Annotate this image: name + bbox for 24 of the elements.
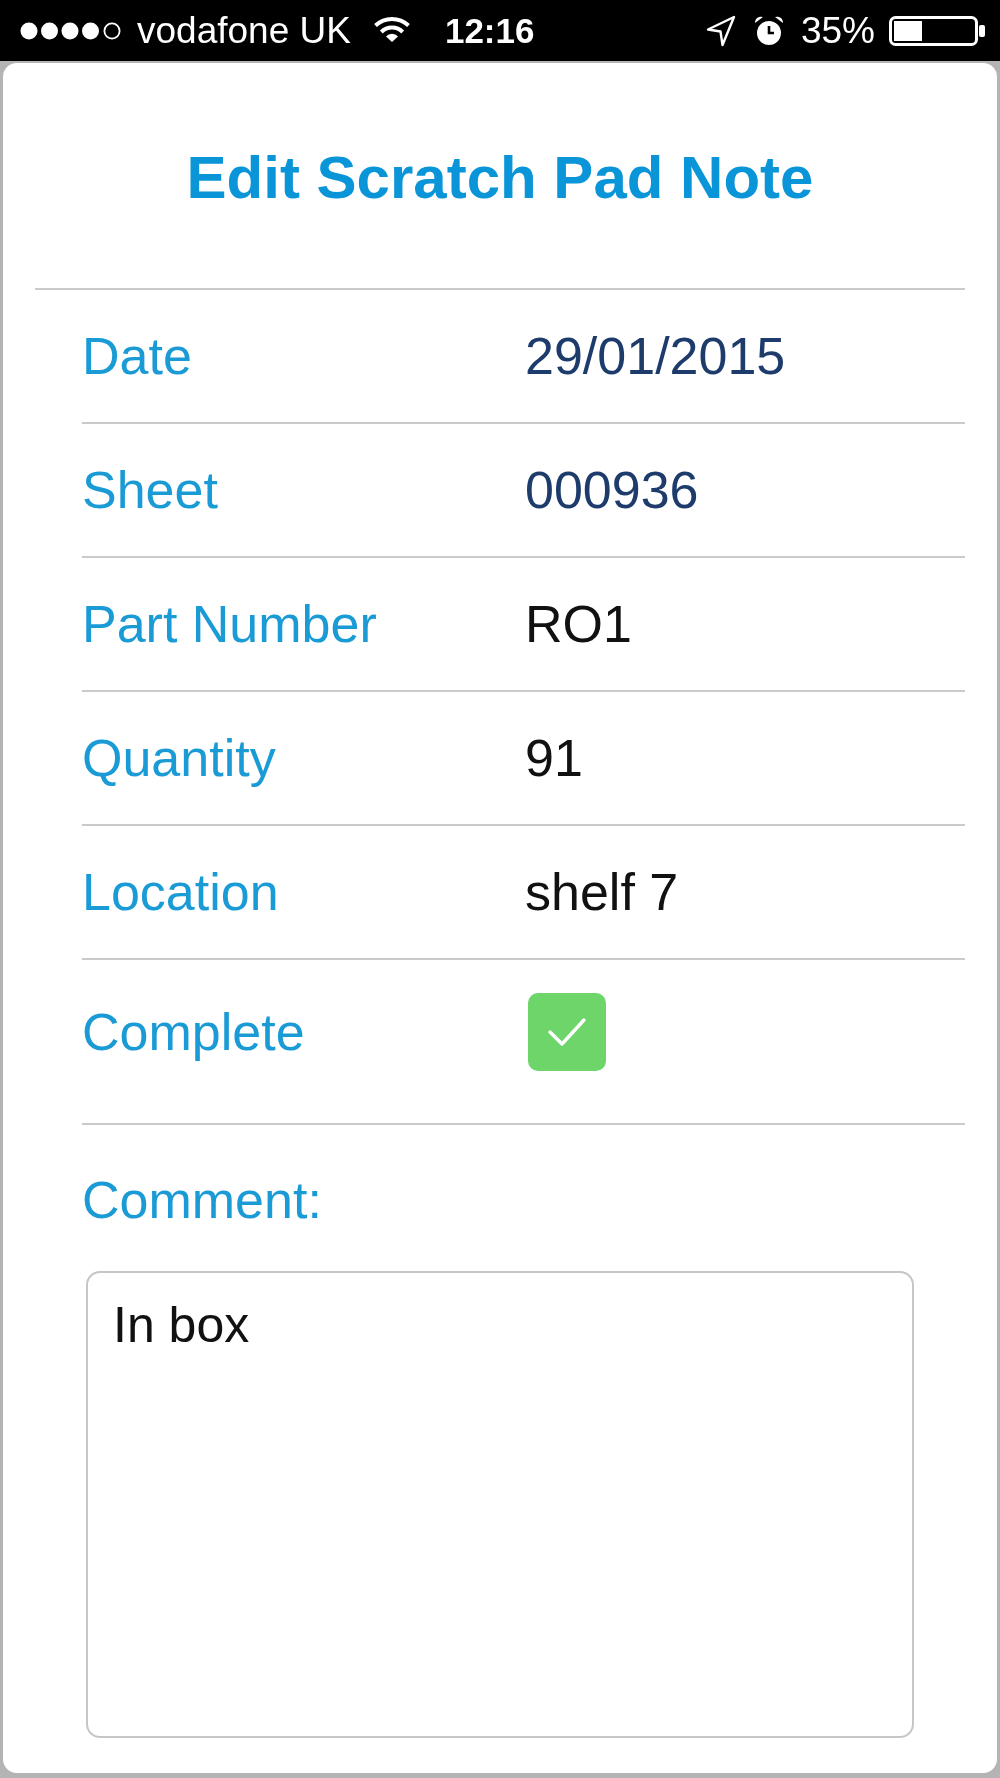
field-value[interactable]: RO1 [525,593,632,655]
location-arrow-icon [705,14,736,47]
page-title: Edit Scratch Pad Note [186,142,814,213]
checkbox[interactable] [528,992,606,1071]
comment-label: Comment: [82,1170,322,1230]
field-label: Date [82,326,192,387]
alarm-clock-icon [752,14,785,47]
battery-icon [889,15,985,46]
field-label: Sheet [82,460,218,521]
comment-field[interactable]: In box [86,1271,914,1738]
field-value: 000936 [525,460,699,521]
field-value[interactable]: shelf 7 [525,861,679,923]
carrier-name: vodafone UK [137,9,351,52]
field-value: 29/01/2015 [525,326,786,387]
field-label: Complete [82,1001,305,1063]
status-time: 12:16 [444,10,535,51]
battery-percentage: 35% [800,9,875,52]
field-value[interactable]: 91 [525,727,583,789]
field-label: Location [82,862,279,923]
checkmark-icon [547,1016,587,1047]
signal-strength-icon [20,21,122,40]
wifi-icon [372,14,411,43]
field-label: Quantity [82,728,276,789]
field-label: Part Number [82,594,377,655]
